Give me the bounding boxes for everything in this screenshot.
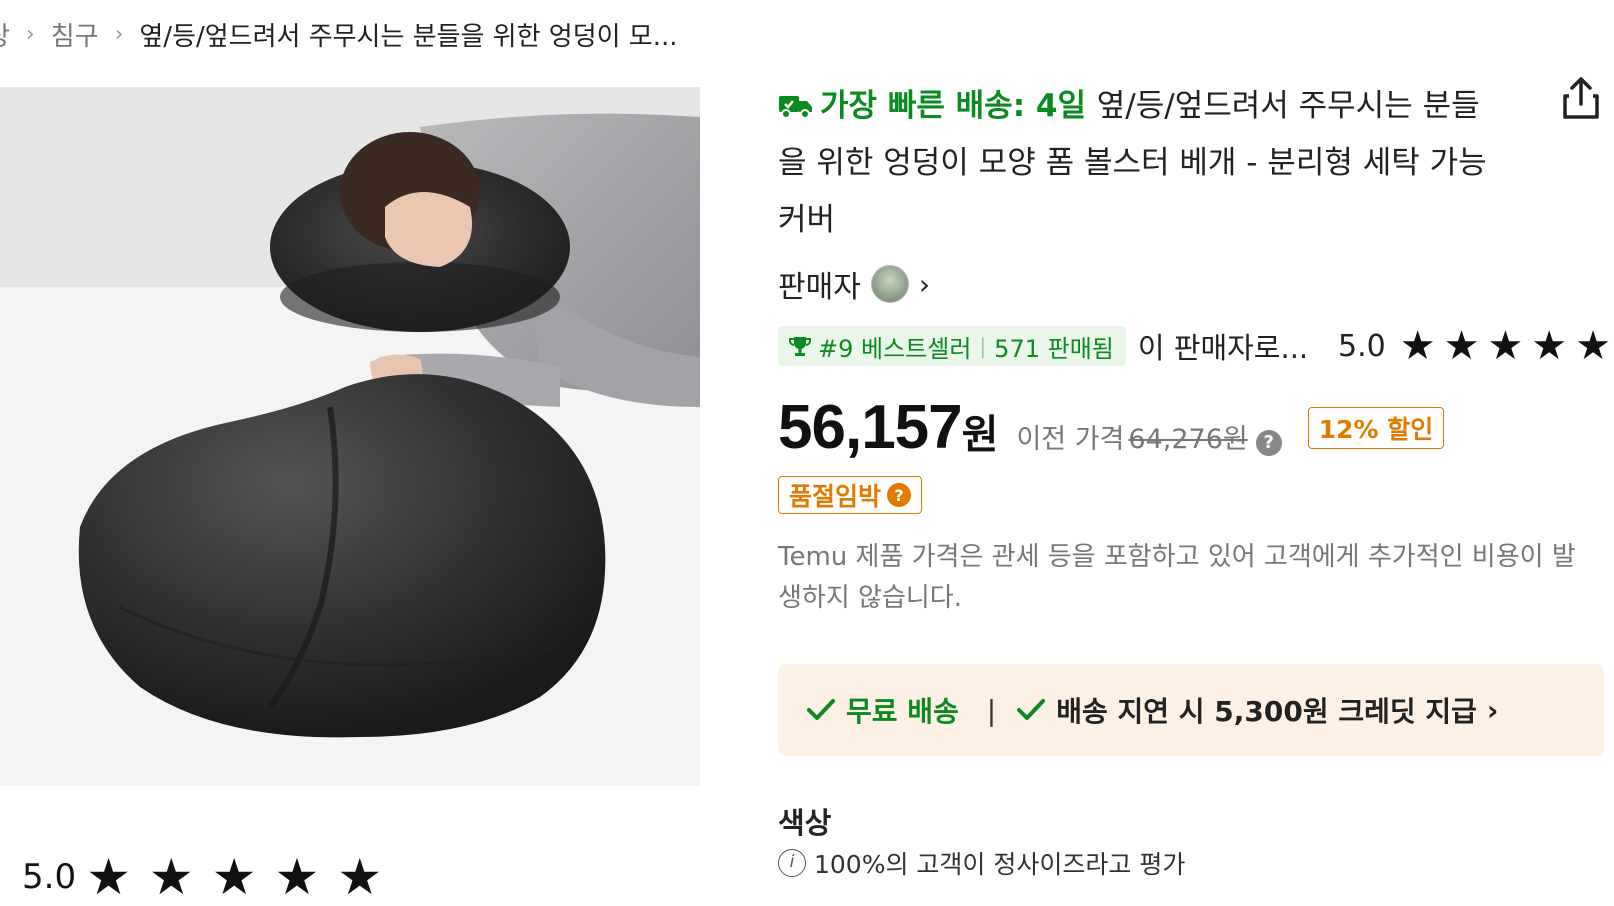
low-stock-badge[interactable]: 품절임박 ? (778, 476, 923, 514)
fast-shipping-label: 가장 빠른 배송: 4일 (778, 88, 1097, 124)
bestseller-rank: #9 베스트셀러 (818, 334, 972, 363)
seller-label: 판매자 (778, 270, 861, 305)
store-rating-value: 5.0 (1338, 328, 1386, 364)
chevron-right-icon: › (114, 21, 124, 47)
star-icon: ★ (1575, 323, 1612, 369)
low-stock-text: 품절임박 (789, 482, 882, 511)
previous-price: 64,276원 (1128, 424, 1248, 455)
shipping-info-box[interactable]: 무료 배송 | 배송 지연 시 5,300원 크레딧 지급 › (778, 664, 1604, 756)
rating-stars: ★★★★★ (86, 848, 401, 906)
discount-badge: 12% 할인 (1307, 406, 1445, 449)
bestseller-badge[interactable]: #9 베스트셀러 | 571 판매됨 (778, 326, 1126, 366)
free-shipping-text: 무료 배송 (846, 695, 959, 728)
check-icon (807, 699, 835, 720)
chevron-right-icon: › (1486, 693, 1499, 727)
product-image[interactable] (0, 87, 700, 786)
star-icon: ★ (1487, 323, 1524, 369)
image-rating-row: 5.0 ★★★★★ (22, 848, 400, 906)
store-rating[interactable]: 5.0 ★ ★ ★ ★ ★ (1338, 323, 1611, 369)
star-icon: ★ (1531, 323, 1568, 369)
price-notice: Temu 제품 가격은 관세 등을 포함하고 있어 고객에게 추가적인 비용이 … (778, 542, 1576, 613)
check-icon (1017, 699, 1046, 720)
seller-avatar (870, 265, 909, 303)
seller-rank-text[interactable]: 이 판매자로... (1138, 325, 1308, 367)
fit-info-row: i 100%의 고객이 정사이즈라고 평가 (778, 845, 1185, 881)
free-shipping: 무료 배송 (806, 690, 959, 730)
star-icon: ★ (1399, 323, 1436, 369)
shipping-divider: | (986, 693, 997, 727)
breadcrumb: 상 › 침구 › 옆/등/엎드려서 주무시는 분들을 위한 엉덩이 모... (0, 14, 678, 54)
trophy-icon (789, 337, 811, 356)
sold-count: 571 판매됨 (994, 334, 1114, 363)
delay-credit: 배송 지연 시 5,300원 크레딧 지급 › (1016, 690, 1498, 730)
product-title-block: 가장 빠른 배송: 4일 옆/등/엎드려서 주무시는 분들을 위한 엉덩이 모양… (778, 78, 1498, 249)
price-unit: 원 (961, 412, 999, 458)
share-icon[interactable] (1561, 76, 1601, 120)
delay-credit-text: 배송 지연 시 5,300원 크레딧 지급 (1056, 695, 1477, 728)
chevron-right-icon: › (918, 267, 931, 301)
fast-shipping-text: 가장 빠른 배송: 4일 (820, 88, 1086, 124)
bestseller-row: #9 베스트셀러 | 571 판매됨 이 판매자로... (778, 325, 1308, 367)
question-icon[interactable]: ? (1255, 430, 1282, 456)
badge-divider: | (979, 334, 987, 358)
chevron-right-icon: › (25, 21, 35, 47)
color-option-label: 색상 (778, 806, 832, 840)
breadcrumb-item-bedding[interactable]: 침구 (51, 16, 99, 53)
breadcrumb-item-home[interactable]: 상 (0, 16, 10, 53)
previous-price-label: 이전 가격 (1016, 424, 1125, 455)
fit-info-text: 100%의 고객이 정사이즈라고 평가 (814, 850, 1186, 879)
question-icon: ? (887, 483, 912, 507)
product-photo-illustration (0, 87, 700, 786)
truck-icon (779, 96, 812, 119)
seller-link[interactable]: 판매자 › (778, 262, 930, 306)
star-icon: ★ (1443, 323, 1480, 369)
price-row: 56,157 원 이전 가격 64,276원 ? 12% 할인 (778, 392, 1445, 463)
current-price: 56,157 (778, 393, 963, 462)
breadcrumb-current: 옆/등/엎드려서 주무시는 분들을 위한 엉덩이 모... (139, 21, 678, 52)
rating-value: 5.0 (22, 857, 77, 897)
